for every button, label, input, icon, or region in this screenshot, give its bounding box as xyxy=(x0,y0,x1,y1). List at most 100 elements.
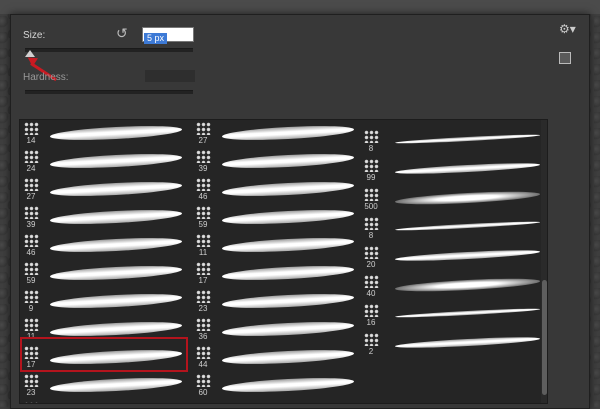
brush-tip-thumbnail xyxy=(196,234,211,247)
brush-size-label: 8 xyxy=(360,231,382,240)
brush-tip-thumbnail xyxy=(196,346,211,359)
brush-preset-item[interactable]: 2 xyxy=(360,331,540,358)
brush-tip-thumbnail xyxy=(24,150,39,163)
size-input[interactable]: 5 px xyxy=(142,27,194,42)
brush-tip-thumbnail xyxy=(24,178,39,191)
brush-preset-item[interactable]: 36 xyxy=(20,400,185,404)
brush-tip-thumbnail xyxy=(196,290,211,303)
brush-preset-item[interactable]: 44 xyxy=(192,344,357,371)
brush-tip-thumbnail xyxy=(196,122,211,135)
brush-stroke-preview xyxy=(222,152,354,171)
hardness-slider[interactable] xyxy=(25,90,193,94)
brush-stroke-preview xyxy=(222,236,354,255)
brush-size-label: 500 xyxy=(360,202,382,211)
brush-size-label: 36 xyxy=(192,332,214,341)
brush-tip-thumbnail xyxy=(24,402,39,404)
size-label: Size: xyxy=(23,30,45,41)
brush-preset-item[interactable]: 16 xyxy=(360,302,540,329)
brush-size-label: 39 xyxy=(192,164,214,173)
brush-tip-thumbnail xyxy=(24,206,39,219)
brush-size-label: 11 xyxy=(192,248,214,257)
brush-tip-thumbnail xyxy=(24,290,39,303)
brush-stroke-preview xyxy=(50,236,182,255)
hardness-label: Hardness: xyxy=(23,72,69,83)
brush-stroke-preview xyxy=(50,292,182,311)
brush-stroke-preview xyxy=(222,264,354,283)
brush-tip-thumbnail xyxy=(196,150,211,163)
brush-preset-item[interactable]: 11 xyxy=(192,232,357,259)
brush-stroke-preview xyxy=(222,320,354,339)
brush-preset-item[interactable]: 9 xyxy=(20,288,185,315)
brush-tip-thumbnail xyxy=(364,246,379,259)
brush-size-label: 2 xyxy=(360,347,382,356)
brush-size-label: 9 xyxy=(20,304,42,313)
brush-stroke-preview xyxy=(395,220,540,232)
brush-preset-item[interactable]: 46 xyxy=(20,232,185,259)
brush-stroke-preview xyxy=(50,264,182,283)
brush-stroke-preview xyxy=(395,133,540,145)
brush-preset-item[interactable]: 60 xyxy=(192,372,357,399)
brush-preset-item[interactable]: 40 xyxy=(360,273,540,300)
brush-stroke-preview xyxy=(395,161,540,176)
brush-preset-item[interactable]: 39 xyxy=(192,148,357,175)
brush-stroke-preview xyxy=(50,208,182,227)
brush-stroke-preview xyxy=(50,320,182,339)
brush-tip-thumbnail xyxy=(196,178,211,191)
brush-preset-item[interactable]: 99 xyxy=(360,157,540,184)
new-preset-icon[interactable] xyxy=(559,52,571,64)
brush-tip-thumbnail xyxy=(364,188,379,201)
gear-icon[interactable]: ⚙▾ xyxy=(559,22,576,36)
brush-preset-item[interactable]: 59 xyxy=(192,204,357,231)
brush-stroke-preview xyxy=(395,248,540,263)
scrollbar-thumb[interactable] xyxy=(542,280,547,395)
brush-tip-thumbnail xyxy=(196,318,211,331)
selection-highlight xyxy=(20,337,188,372)
brush-size-label: 46 xyxy=(192,192,214,201)
brush-preset-item[interactable]: 17 xyxy=(192,260,357,287)
brush-size-label: 44 xyxy=(192,360,214,369)
brush-size-label: 20 xyxy=(360,260,382,269)
brush-tip-thumbnail xyxy=(196,206,211,219)
brush-tip-thumbnail xyxy=(24,234,39,247)
brush-preset-item[interactable]: 8 xyxy=(360,215,540,242)
brush-preset-item[interactable]: 23 xyxy=(192,288,357,315)
hardness-input[interactable] xyxy=(145,70,195,82)
brush-preset-item[interactable]: 46 xyxy=(192,176,357,203)
brush-preset-item[interactable]: 27 xyxy=(20,176,185,203)
brush-stroke-preview xyxy=(50,180,182,199)
brush-tip-thumbnail xyxy=(364,304,379,317)
brush-preset-item[interactable]: 500 xyxy=(360,186,540,213)
brush-size-label: 8 xyxy=(360,144,382,153)
brush-stroke-preview xyxy=(222,376,354,395)
brush-preset-item[interactable]: 24 xyxy=(20,148,185,175)
brush-preset-item[interactable]: 27 xyxy=(192,120,357,147)
brush-size-label: 16 xyxy=(360,318,382,327)
brush-stroke-preview xyxy=(395,307,540,319)
brush-size-label: 59 xyxy=(192,220,214,229)
reset-icon[interactable]: ↺ xyxy=(116,26,128,40)
brush-stroke-preview xyxy=(50,152,182,171)
brush-preset-item[interactable]: 36 xyxy=(192,316,357,343)
brush-preset-item[interactable]: 20 xyxy=(360,244,540,271)
brush-stroke-preview xyxy=(222,208,354,227)
brush-stroke-preview xyxy=(395,276,540,294)
brush-preset-item[interactable]: 59 xyxy=(20,260,185,287)
brush-tip-thumbnail xyxy=(364,159,379,172)
brush-preset-item[interactable]: 39 xyxy=(20,204,185,231)
brush-size-label: 46 xyxy=(20,248,42,257)
brush-stroke-preview xyxy=(50,376,182,395)
size-value[interactable]: 5 px xyxy=(144,33,167,44)
brush-preset-item[interactable]: 8 xyxy=(360,128,540,155)
brush-tip-thumbnail xyxy=(364,217,379,230)
brush-size-label: 14 xyxy=(20,136,42,145)
size-slider[interactable] xyxy=(25,48,193,52)
brush-stroke-preview xyxy=(222,180,354,199)
brush-stroke-preview xyxy=(395,335,540,350)
brush-preset-item[interactable]: 23 xyxy=(20,372,185,399)
brush-preset-item[interactable]: 14 xyxy=(20,120,185,147)
brush-size-label: 40 xyxy=(360,289,382,298)
brush-size-label: 99 xyxy=(360,173,382,182)
brush-size-label: 17 xyxy=(192,276,214,285)
brush-tip-thumbnail xyxy=(364,275,379,288)
brush-tip-thumbnail xyxy=(364,130,379,143)
